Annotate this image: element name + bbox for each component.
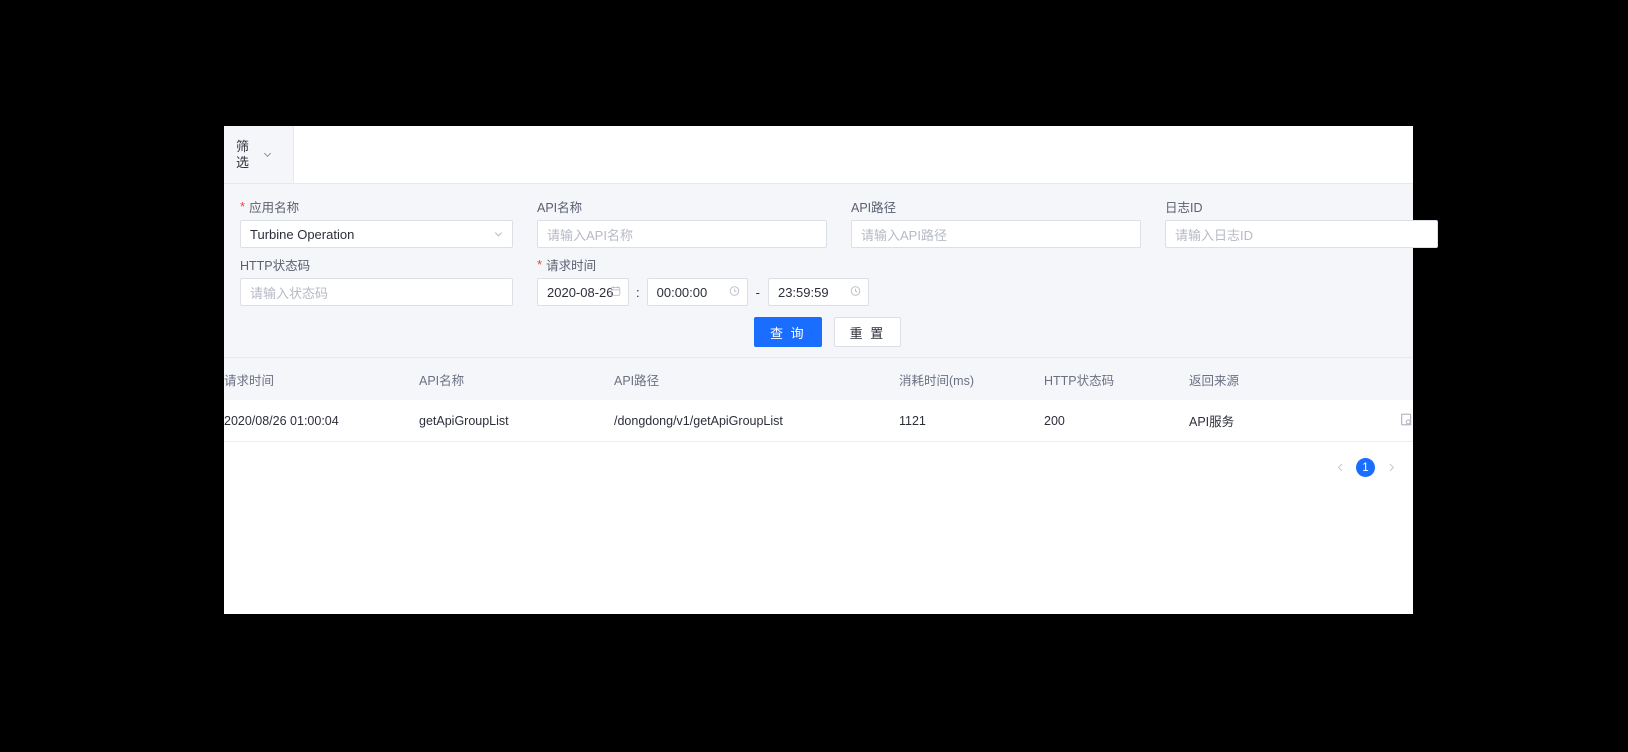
- log-query-window: 筛选 * 应用名称 Turbine Operation API名称 请输入API…: [224, 126, 1438, 614]
- field-http-status-label: HTTP状态码: [240, 258, 311, 273]
- field-api-path-label: API路径: [851, 200, 897, 215]
- column-api-name: API名称: [419, 358, 614, 400]
- field-api-path: API路径 请输入API路径: [851, 198, 1141, 248]
- tab-filter[interactable]: 筛选: [224, 126, 294, 183]
- field-api-name-label: API名称: [537, 200, 583, 215]
- api-name-input[interactable]: 请输入API名称: [537, 220, 827, 248]
- request-time-group: 2020-08-26 : 00:00:00 - 23:59:59: [537, 278, 869, 306]
- log-id-input[interactable]: 请输入日志ID: [1165, 220, 1438, 248]
- column-actions: [1344, 358, 1413, 400]
- column-source: 返回来源: [1189, 358, 1344, 400]
- clock-icon[interactable]: [850, 285, 861, 300]
- table-row[interactable]: 2020/08/26 01:00:04 getApiGroupList /don…: [224, 400, 1413, 442]
- field-request-time-label: * 请求时间: [537, 256, 597, 273]
- cell-request-time: 2020/08/26 01:00:04: [224, 400, 419, 442]
- cell-duration: 1121: [899, 400, 1044, 442]
- file-search-icon[interactable]: [1400, 413, 1413, 426]
- field-app-name: * 应用名称 Turbine Operation: [240, 198, 513, 248]
- field-app-name-label: * 应用名称: [240, 198, 300, 215]
- tab-bar: 筛选: [224, 126, 1413, 184]
- field-log-id-label: 日志ID: [1165, 200, 1203, 215]
- reset-button[interactable]: 重 置: [833, 317, 902, 347]
- start-time-value: 00:00:00: [656, 284, 708, 300]
- cell-api-path: /dongdong/v1/getApiGroupList: [614, 400, 899, 442]
- request-date-value: 2020-08-26: [547, 284, 614, 300]
- start-time-input[interactable]: 00:00:00: [646, 278, 748, 306]
- table-header-row: 请求时间 API名称 API路径 消耗时间(ms) HTTP状态码 返回来源: [224, 358, 1413, 400]
- field-request-time: * 请求时间 2020-08-26 : 00:00:00 - 23:59:59: [537, 256, 869, 306]
- filter-row-1: * 应用名称 Turbine Operation API名称 请输入API名称 …: [240, 198, 1438, 248]
- query-button[interactable]: 查 询: [754, 317, 822, 347]
- tab-filter-label: 筛选: [236, 138, 250, 170]
- app-name-value: Turbine Operation: [250, 226, 355, 242]
- chevron-down-icon[interactable]: [262, 149, 273, 160]
- table-body: 2020/08/26 01:00:04 getApiGroupList /don…: [224, 400, 1413, 442]
- clock-icon[interactable]: [729, 285, 740, 300]
- pagination-page-1[interactable]: 1: [1356, 458, 1375, 477]
- required-marker: *: [537, 256, 543, 272]
- cell-api-name: getApiGroupList: [419, 400, 614, 442]
- required-marker: *: [240, 198, 246, 214]
- calendar-icon[interactable]: [610, 285, 621, 300]
- app-name-select[interactable]: Turbine Operation: [240, 220, 513, 248]
- filter-actions: 查 询 重 置: [240, 317, 1397, 347]
- column-request-time: 请求时间: [224, 358, 419, 400]
- api-path-input[interactable]: 请输入API路径: [851, 220, 1141, 248]
- cell-source: API服务: [1189, 400, 1344, 442]
- column-api-path: API路径: [614, 358, 899, 400]
- column-duration: 消耗时间(ms): [899, 358, 1044, 400]
- end-time-input[interactable]: 23:59:59: [767, 278, 869, 306]
- request-date-input[interactable]: 2020-08-26: [537, 278, 629, 306]
- date-time-colon: :: [636, 284, 640, 300]
- pagination: 1: [224, 442, 1413, 477]
- filter-panel: * 应用名称 Turbine Operation API名称 请输入API名称 …: [224, 184, 1438, 358]
- table-header: 请求时间 API名称 API路径 消耗时间(ms) HTTP状态码 返回来源: [224, 358, 1413, 400]
- http-status-input[interactable]: 请输入状态码: [240, 278, 513, 306]
- end-time-value: 23:59:59: [777, 284, 829, 300]
- field-http-status: HTTP状态码 请输入状态码: [240, 256, 513, 306]
- cell-http-status: 200: [1044, 400, 1189, 442]
- column-http-status: HTTP状态码: [1044, 358, 1189, 400]
- log-table: 请求时间 API名称 API路径 消耗时间(ms) HTTP状态码 返回来源 2…: [224, 358, 1413, 442]
- chevron-right-icon[interactable]: [1383, 460, 1399, 476]
- chevron-down-icon[interactable]: [493, 229, 504, 240]
- field-log-id: 日志ID 请输入日志ID: [1165, 198, 1438, 248]
- filter-row-2: HTTP状态码 请输入状态码 * 请求时间 2020-08-26: 00:00…: [240, 256, 1397, 306]
- time-range-separator: -: [755, 284, 760, 300]
- field-api-name: API名称 请输入API名称: [537, 198, 827, 248]
- chevron-left-icon[interactable]: [1332, 460, 1348, 476]
